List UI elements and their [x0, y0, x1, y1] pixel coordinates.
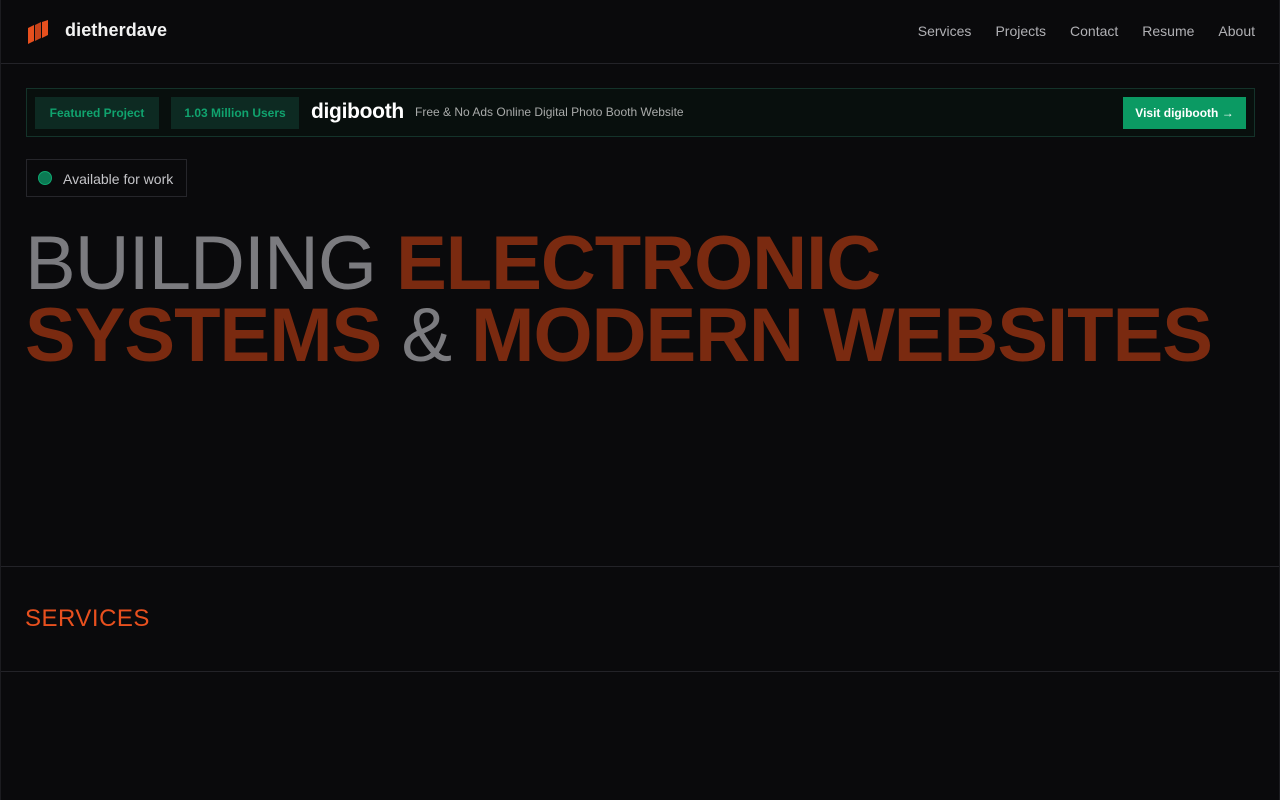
services-section-title: SERVICES	[25, 605, 150, 632]
project-description: Free & No Ads Online Digital Photo Booth…	[415, 105, 684, 119]
hero-word-modern-websites: MODERN WEBSITES	[471, 293, 1213, 378]
status-dot-icon	[38, 171, 52, 185]
availability-badge: Available for work	[26, 159, 187, 197]
section-divider	[1, 671, 1279, 672]
hero-ampersand: &	[401, 293, 452, 378]
project-name: digibooth	[311, 100, 404, 123]
nav-link-about[interactable]: About	[1218, 23, 1255, 39]
hero-line-1: BUILDING ELECTRONIC	[25, 226, 1265, 302]
availability-text: Available for work	[63, 171, 174, 187]
nav-link-resume[interactable]: Resume	[1142, 23, 1194, 39]
featured-project-badge: Featured Project	[35, 97, 159, 129]
nav-link-projects[interactable]: Projects	[995, 23, 1046, 39]
hero-word-systems: SYSTEMS	[25, 293, 382, 378]
hero-line-2: SYSTEMS & MODERN WEBSITES	[25, 298, 1265, 374]
brand-name[interactable]: dietherdave	[65, 20, 167, 41]
brand-logo-icon[interactable]	[27, 20, 49, 44]
main-nav: Services Projects Contact Resume About	[918, 23, 1255, 39]
section-divider	[1, 566, 1279, 567]
nav-link-contact[interactable]: Contact	[1070, 23, 1118, 39]
site-header: dietherdave Services Projects Contact Re…	[1, 0, 1279, 64]
user-count-badge: 1.03 Million Users	[171, 97, 299, 129]
featured-project-banner: Featured Project 1.03 Million Users digi…	[26, 88, 1255, 137]
visit-project-button[interactable]: Visit digibooth →	[1123, 97, 1246, 129]
page: dietherdave Services Projects Contact Re…	[0, 0, 1280, 800]
hero-heading: BUILDING ELECTRONIC SYSTEMS & MODERN WEB…	[25, 226, 1265, 374]
nav-link-services[interactable]: Services	[918, 23, 972, 39]
